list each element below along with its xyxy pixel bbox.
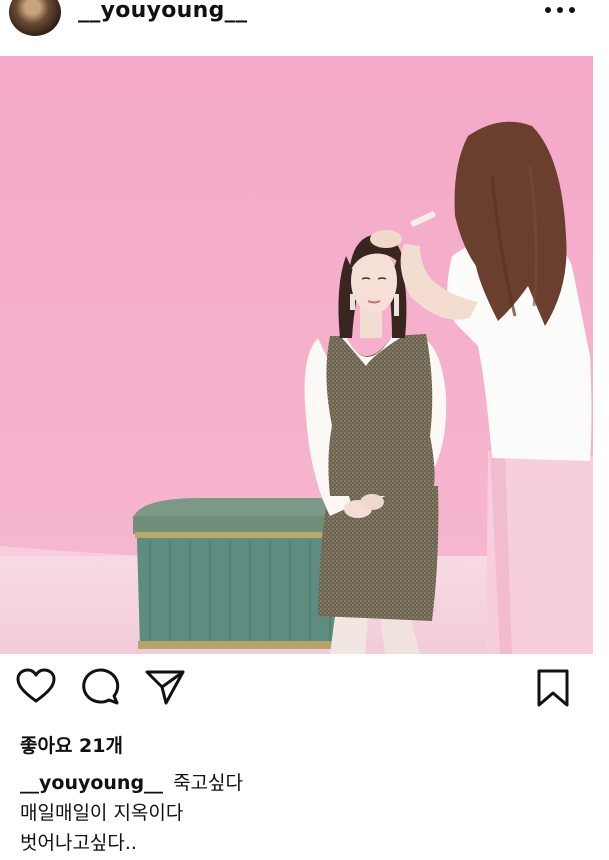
header-username[interactable]: __youyoung__: [78, 0, 247, 23]
like-count[interactable]: 좋아요 21개: [20, 731, 123, 758]
post-photo[interactable]: [0, 56, 593, 654]
paper-plane-icon[interactable]: [144, 668, 186, 706]
post-caption: __youyoung__ 죽고싶다 매일매일이 지옥이다 벗어나고싶다..: [20, 768, 590, 858]
avatar[interactable]: [9, 0, 61, 36]
caption-text-line-2: 매일매일이 지옥이다: [20, 802, 184, 824]
comment-bubble-icon[interactable]: [81, 668, 121, 706]
caption-text-line-1: 죽고싶다: [173, 772, 243, 794]
caption-text-line-3: 벗어나고싶다..: [20, 832, 137, 854]
heart-icon[interactable]: [16, 668, 56, 704]
photo-illustration: [0, 56, 593, 654]
post-header: __youyoung__: [0, 0, 609, 40]
more-dots-icon[interactable]: [543, 4, 577, 16]
caption-username[interactable]: __youyoung__: [20, 772, 163, 794]
caption-first-line: __youyoung__ 죽고싶다: [20, 768, 590, 798]
bookmark-icon[interactable]: [536, 668, 570, 708]
post-action-bar: [0, 668, 609, 718]
